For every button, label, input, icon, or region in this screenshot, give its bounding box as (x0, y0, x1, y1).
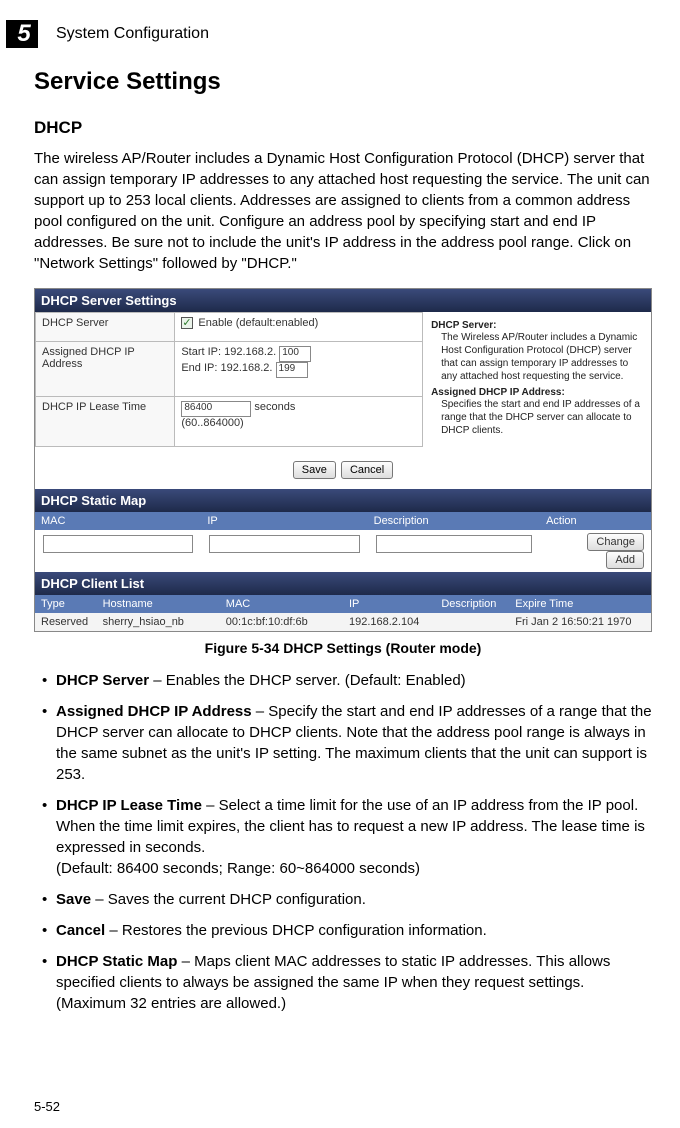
panel-dhcp-static-map: DHCP Static Map (35, 489, 651, 512)
list-item: DHCP Static Map – Maps client MAC addres… (42, 951, 652, 1014)
static-ip-input[interactable] (209, 535, 359, 553)
term: DHCP Static Map (56, 953, 177, 970)
term: DHCP IP Lease Time (56, 797, 202, 814)
row-label-assigned-ip: Assigned DHCP IP Address (36, 341, 175, 396)
page-title: Service Settings (34, 68, 652, 96)
row-value-dhcp-server: Enable (default:enabled) (175, 313, 423, 342)
list-item: DHCP IP Lease Time – Select a time limit… (42, 795, 652, 879)
client-desc (435, 613, 509, 631)
client-expire: Fri Jan 2 16:50:21 1970 (509, 613, 651, 631)
static-mac-input[interactable] (43, 535, 193, 553)
client-row: Reserved sherry_hsiao_nb 00:1c:bf:10:df:… (35, 613, 651, 631)
help-title-1: DHCP Server: (431, 320, 643, 331)
button-row: Save Cancel (35, 447, 651, 489)
figure-caption: Figure 5-34 DHCP Settings (Router mode) (34, 640, 652, 656)
col-action: Action (540, 512, 651, 530)
col-ip2: IP (343, 595, 435, 613)
col-desc2: Description (435, 595, 509, 613)
add-button[interactable]: Add (606, 551, 644, 569)
term-text: – Saves the current DHCP configuration. (91, 891, 366, 908)
static-map-header: MAC IP Description Action (35, 512, 651, 530)
help-text-2: Specifies the start and end IP addresses… (441, 398, 643, 437)
list-item: DHCP Server – Enables the DHCP server. (… (42, 670, 652, 691)
row-label-lease-time: DHCP IP Lease Time (36, 396, 175, 446)
page-number: 5-52 (34, 1099, 60, 1114)
client-list-header: Type Hostname MAC IP Description Expire … (35, 595, 651, 613)
change-button[interactable]: Change (587, 533, 644, 551)
col-mac2: MAC (220, 595, 343, 613)
lease-time-hint: (60..864000) (181, 417, 243, 429)
list-item: Assigned DHCP IP Address – Specify the s… (42, 701, 652, 785)
list-item: Cancel – Restores the previous DHCP conf… (42, 920, 652, 941)
static-desc-input[interactable] (376, 535, 532, 553)
settings-table: DHCP Server Enable (default:enabled) Ass… (35, 312, 423, 447)
col-expire: Expire Time (509, 595, 651, 613)
end-ip-prefix: End IP: 192.168.2. (181, 362, 272, 374)
lease-time-unit: seconds (254, 401, 295, 413)
static-map-row: Change Add (35, 530, 651, 572)
term: DHCP Server (56, 672, 149, 689)
col-description: Description (368, 512, 540, 530)
row-value-lease-time: 86400 seconds (60..864000) (175, 396, 423, 446)
start-ip-input[interactable]: 100 (279, 346, 311, 362)
term: Save (56, 891, 91, 908)
panel-dhcp-server-settings: DHCP Server Settings (35, 289, 651, 312)
col-ip: IP (201, 512, 367, 530)
col-type: Type (35, 595, 97, 613)
enable-checkbox[interactable] (181, 317, 193, 329)
chapter-header: 5 System Configuration (34, 20, 652, 48)
col-mac: MAC (35, 512, 201, 530)
lease-time-input[interactable]: 86400 (181, 401, 251, 417)
description-list: DHCP Server – Enables the DHCP server. (… (34, 670, 652, 1014)
enable-label: Enable (default:enabled) (198, 317, 318, 329)
figure-screenshot: DHCP Server Settings DHCP Server Enable … (34, 288, 652, 632)
save-button[interactable]: Save (293, 461, 336, 479)
client-ip: 192.168.2.104 (343, 613, 435, 631)
term: Assigned DHCP IP Address (56, 703, 252, 720)
term-text: – Restores the previous DHCP configurati… (105, 922, 487, 939)
row-label-dhcp-server: DHCP Server (36, 313, 175, 342)
col-hostname: Hostname (97, 595, 220, 613)
client-mac: 00:1c:bf:10:df:6b (220, 613, 343, 631)
cancel-button[interactable]: Cancel (341, 461, 393, 479)
start-ip-prefix: Start IP: 192.168.2. (181, 346, 276, 358)
client-hostname: sherry_hsiao_nb (97, 613, 220, 631)
panel-dhcp-client-list: DHCP Client List (35, 572, 651, 595)
end-ip-input[interactable]: 199 (276, 362, 308, 378)
list-item: Save – Saves the current DHCP configurat… (42, 889, 652, 910)
intro-paragraph: The wireless AP/Router includes a Dynami… (34, 148, 652, 274)
chapter-title: System Configuration (56, 25, 209, 43)
help-text-1: The Wireless AP/Router includes a Dynami… (441, 331, 643, 383)
term-text: – Enables the DHCP server. (Default: Ena… (149, 672, 466, 689)
help-panel: DHCP Server: The Wireless AP/Router incl… (423, 312, 651, 447)
help-title-2: Assigned DHCP IP Address: (431, 387, 643, 398)
section-title: DHCP (34, 118, 652, 138)
client-type: Reserved (35, 613, 97, 631)
row-value-assigned-ip: Start IP: 192.168.2. 100 End IP: 192.168… (175, 341, 423, 396)
term: Cancel (56, 922, 105, 939)
chapter-number: 5 (6, 20, 38, 48)
